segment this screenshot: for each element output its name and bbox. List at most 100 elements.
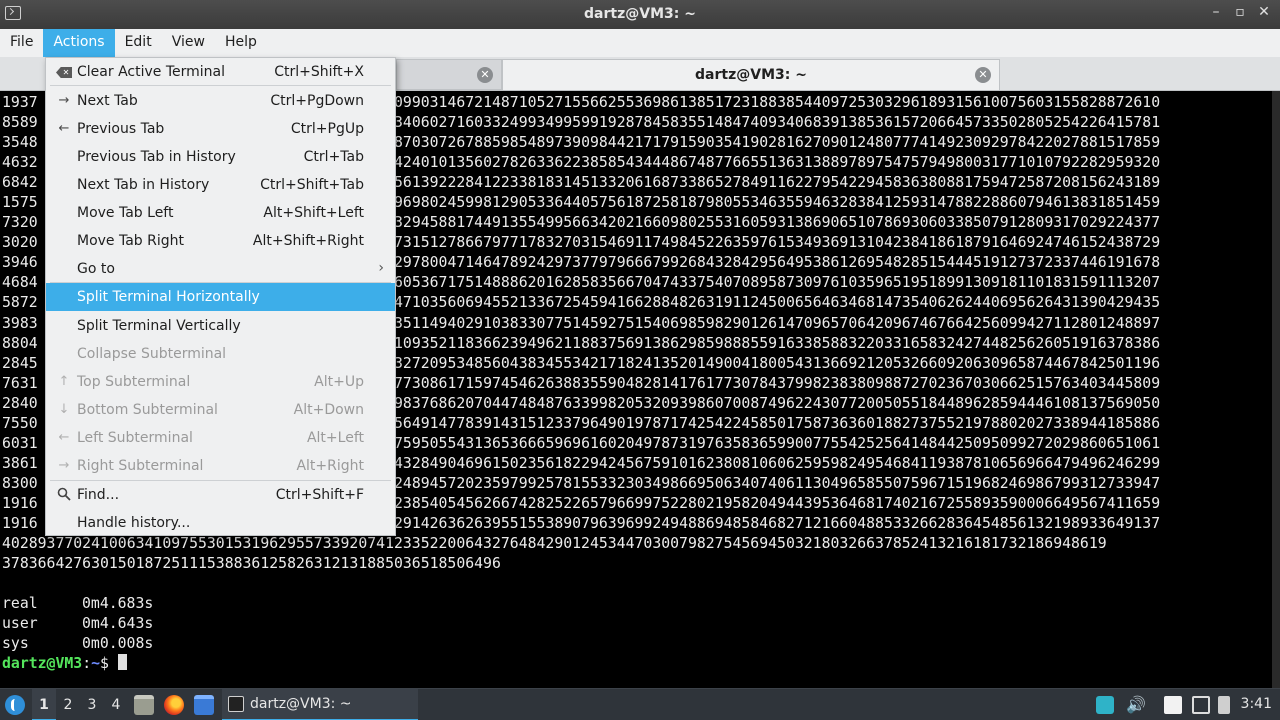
submenu-arrow-icon: ›: [378, 260, 384, 276]
line-end: 3406027160332499349959919287845835514847…: [394, 114, 1161, 132]
taskbar-task-terminal[interactable]: dartz@VM3: ~: [222, 689, 418, 720]
line-end: 3272095348560438345534217182413520149004…: [394, 354, 1161, 372]
line-end: 6053671751488862016285835667047433754070…: [394, 274, 1161, 292]
line-end: 2978004714647892429737797966679926843284…: [394, 254, 1161, 272]
prompt-line: dartz@VM3:~$: [2, 654, 1280, 674]
line-start: 4632: [2, 154, 38, 172]
menu-bar: File Actions Edit View Help: [0, 29, 1280, 57]
menu-view[interactable]: View: [162, 29, 215, 57]
search-icon: [56, 487, 72, 503]
line-end: 4240101356027826336223858543444867487766…: [394, 154, 1161, 172]
file-manager-icon[interactable]: [194, 695, 214, 715]
menu-item-move-tab-right[interactable]: Move Tab Right Alt+Shift+Right: [46, 227, 395, 255]
menu-item-label: Bottom Subterminal: [77, 402, 218, 418]
line-start: 2845: [2, 354, 38, 372]
tab-close-icon[interactable]: ✕: [975, 67, 991, 83]
workspace-3[interactable]: 3: [80, 689, 104, 720]
arrow-right-icon: →: [58, 93, 70, 108]
terminal-line: 4028937702410063410975530153196295573392…: [2, 534, 1280, 554]
menu-item-shortcut: Ctrl+Shift+Tab: [260, 177, 364, 193]
tab-close-icon[interactable]: ✕: [477, 67, 493, 83]
line-start: 7320: [2, 214, 38, 232]
volume-icon[interactable]: 🔊: [1126, 696, 1146, 714]
menu-item-clear-active-terminal[interactable]: ✕ Clear Active Terminal Ctrl+Shift+X: [46, 58, 395, 86]
terminal-scrollbar[interactable]: [1272, 91, 1280, 688]
menu-item-next-tab-in-history[interactable]: Next Tab in History Ctrl+Shift+Tab: [46, 171, 395, 199]
line-text: 3783664276301501872511153883612582631213…: [2, 555, 501, 573]
line-start: 7550: [2, 414, 38, 432]
menu-file[interactable]: File: [0, 29, 43, 57]
menu-item-label: Handle history...: [77, 515, 191, 531]
line-start: 3548: [2, 134, 38, 152]
workspace-2[interactable]: 2: [56, 689, 80, 720]
tab-label: dartz@VM3: ~: [695, 67, 807, 83]
line-end: 4328490469615023561822942456759101623808…: [394, 454, 1161, 472]
menu-item-go-to[interactable]: Go to ›: [46, 255, 395, 283]
start-menu-icon[interactable]: [5, 695, 25, 715]
menu-item-next-tab[interactable]: → Next Tab Ctrl+PgDown: [46, 87, 395, 115]
line-end: 2914263626395515538907963969924948869485…: [394, 514, 1161, 532]
menu-help[interactable]: Help: [215, 29, 267, 57]
clear-icon: ✕: [56, 64, 72, 80]
line-end: 9698024599812905336440575618725818798055…: [394, 194, 1161, 212]
battery-icon[interactable]: [1218, 696, 1230, 714]
line-start: 1916: [2, 494, 38, 512]
menu-item-label: Go to: [77, 261, 115, 277]
menu-item-move-tab-left[interactable]: Move Tab Left Alt+Shift+Left: [46, 199, 395, 227]
line-end: 9837686207044748487633998205320939860700…: [394, 394, 1161, 412]
menu-edit[interactable]: Edit: [115, 29, 162, 57]
tab-2[interactable]: dartz@VM3: ~ ✕: [502, 59, 1000, 90]
line-start: 2840: [2, 394, 38, 412]
tab-1[interactable]: ✕: [396, 59, 502, 90]
workspace-1[interactable]: 1: [32, 689, 56, 720]
line-start: 3946: [2, 254, 38, 272]
terminal-icon: [228, 696, 244, 712]
minimize-button[interactable]: –: [1208, 4, 1224, 20]
close-window-button[interactable]: ✕: [1256, 4, 1272, 20]
menu-item-find[interactable]: Find... Ctrl+Shift+F: [46, 481, 395, 509]
line-start: 1916: [2, 514, 38, 532]
menu-item-collapse-subterminal: Collapse Subterminal: [46, 340, 395, 368]
menu-item-label: Collapse Subterminal: [77, 346, 227, 362]
line-start: 5872: [2, 294, 38, 312]
firefox-icon[interactable]: [164, 695, 184, 715]
line-end: 5649147783914315123379649019787174254224…: [394, 414, 1161, 432]
line-start: 8589: [2, 114, 38, 132]
menu-item-handle-history[interactable]: Handle history...: [46, 509, 395, 537]
menu-item-shortcut: Ctrl+Shift+X: [274, 64, 364, 80]
menu-item-label: Find...: [77, 487, 120, 503]
menu-item-shortcut: Ctrl+Tab: [303, 149, 364, 165]
line-end: 7595055431365366659696160204978731976358…: [394, 434, 1161, 452]
line-start: 6031: [2, 434, 38, 452]
show-desktop-icon[interactable]: [134, 695, 154, 715]
line-end: 0990314672148710527155662553698613851723…: [394, 94, 1161, 111]
display-icon[interactable]: [1192, 696, 1210, 714]
arrow-left-icon: ←: [58, 430, 70, 445]
arrow-up-icon: ↑: [58, 374, 70, 389]
menu-item-previous-tab-in-history[interactable]: Previous Tab in History Ctrl+Tab: [46, 143, 395, 171]
line-start: 4684: [2, 274, 38, 292]
menu-item-left-subterminal: ← Left Subterminal Alt+Left: [46, 424, 395, 452]
clipboard-icon[interactable]: [1164, 696, 1182, 714]
menu-item-split-terminal-horizontally[interactable]: Split Terminal Horizontally: [46, 283, 395, 311]
menu-item-label: Previous Tab: [77, 121, 165, 137]
arrow-left-icon: ←: [58, 121, 70, 136]
workspace-4[interactable]: 4: [104, 689, 128, 720]
network-tray-icon[interactable]: [1096, 696, 1114, 714]
maximize-button[interactable]: ▫: [1232, 4, 1248, 20]
menu-item-bottom-subterminal: ↓ Bottom Subterminal Alt+Down: [46, 396, 395, 424]
menu-item-shortcut: Alt+Down: [293, 402, 364, 418]
line-text: 4028937702410063410975530153196295573392…: [2, 535, 1107, 553]
menu-item-previous-tab[interactable]: ← Previous Tab Ctrl+PgUp: [46, 115, 395, 143]
line-start: 8804: [2, 334, 38, 352]
menu-item-label: Next Tab in History: [77, 177, 210, 193]
line-start: 3861: [2, 454, 38, 472]
menu-item-label: Right Subterminal: [77, 458, 204, 474]
menu-actions[interactable]: Actions: [43, 29, 115, 57]
time-line: sys 0m0.008s: [2, 634, 1280, 654]
time-line: real 0m4.683s: [2, 594, 1280, 614]
menu-item-shortcut: Alt+Right: [296, 458, 364, 474]
menu-item-split-terminal-vertically[interactable]: Split Terminal Vertically: [46, 312, 395, 340]
clock[interactable]: 3:41: [1241, 696, 1272, 712]
line-start: 7631: [2, 374, 38, 392]
